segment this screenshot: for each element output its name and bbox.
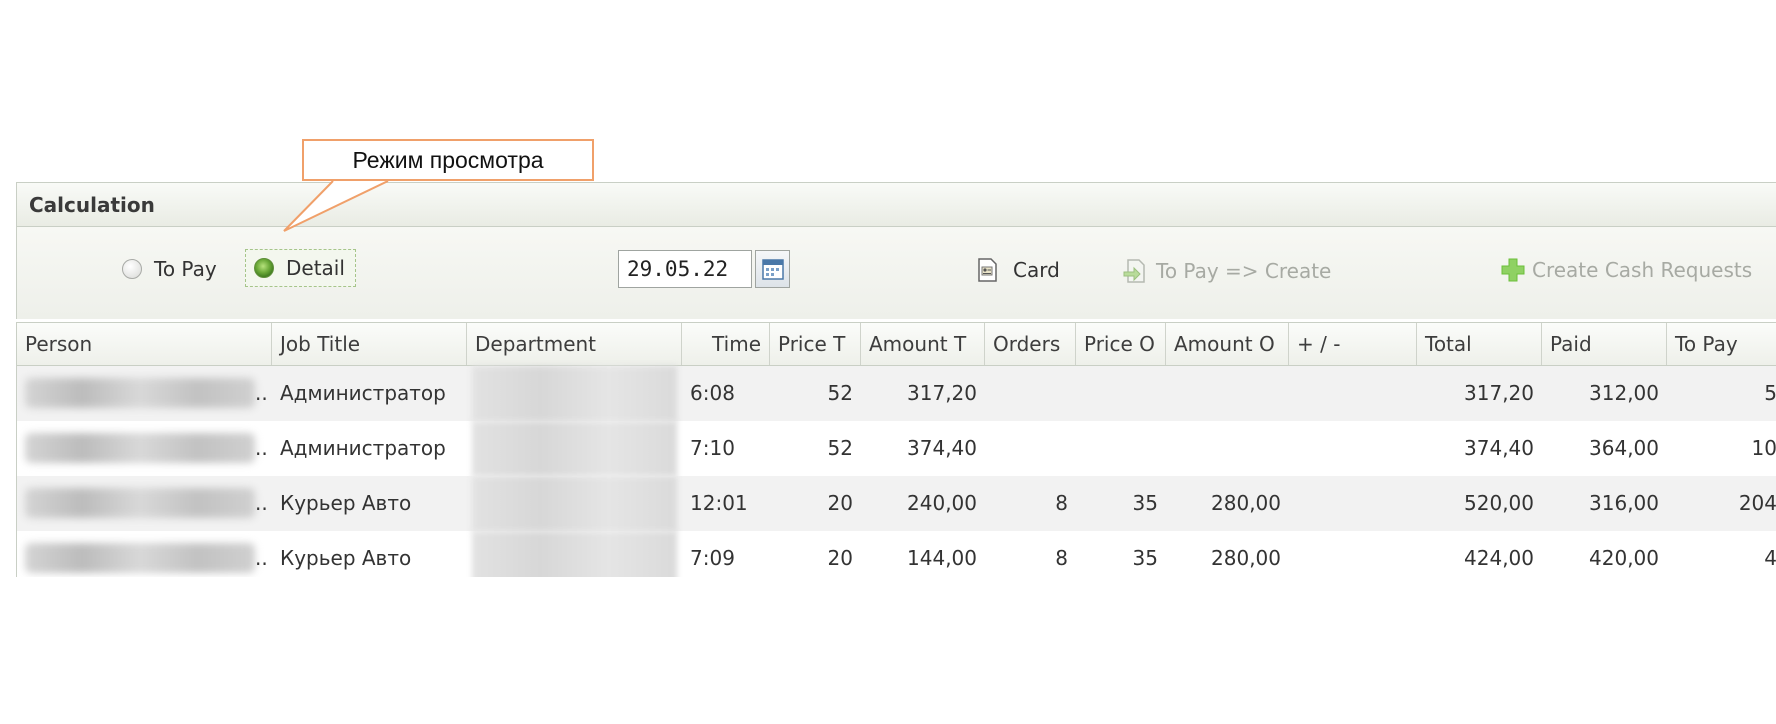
department-redacted <box>472 476 677 531</box>
paid-cell: 316,00 <box>1589 491 1659 515</box>
column-header-price-t[interactable]: Price T <box>770 323 861 365</box>
create-cash-requests-label: Create Cash Requests <box>1532 258 1753 282</box>
person-name-redacted <box>25 543 255 573</box>
orders-cell: 8 <box>1055 546 1068 570</box>
callout-text: Режим просмотра <box>352 146 544 173</box>
amount-t-cell: 317,20 <box>907 381 977 405</box>
paid-cell: 364,00 <box>1589 436 1659 460</box>
department-redacted <box>472 421 677 476</box>
person-name-redacted <box>25 488 255 518</box>
department-redacted <box>472 531 677 577</box>
to-pay-radio-label: To Pay <box>154 257 217 281</box>
time-cell: 6:08 <box>690 381 735 405</box>
card-label: Card <box>1013 258 1060 282</box>
to-pay-create-label: To Pay => Create <box>1156 259 1332 283</box>
date-input[interactable] <box>618 250 752 288</box>
column-header-time[interactable]: Time <box>682 323 770 365</box>
table-row[interactable]: .. Администратор 7:10 52 374,40 374,40 3… <box>17 421 1776 476</box>
paid-cell: 312,00 <box>1589 381 1659 405</box>
create-cash-requests-button[interactable]: Create Cash Requests <box>1500 257 1752 283</box>
to-pay-cell: 4 <box>1764 546 1776 570</box>
calculation-grid: Person Job Title Department Time Price T… <box>16 322 1776 577</box>
time-cell: 7:09 <box>690 546 735 570</box>
price-o-cell: 35 <box>1132 546 1158 570</box>
document-arrow-icon <box>1123 259 1145 283</box>
calendar-icon <box>761 259 784 280</box>
column-header-person[interactable]: Person <box>17 323 272 365</box>
to-pay-radio[interactable]: To Pay <box>122 257 217 281</box>
toolbar: To Pay Detail 29.05.22 Card To Pay => Cr… <box>17 227 1776 319</box>
column-header-to-pay[interactable]: To Pay <box>1667 323 1776 365</box>
total-cell: 317,20 <box>1464 381 1534 405</box>
radio-unchecked-icon[interactable] <box>122 259 142 279</box>
total-cell: 520,00 <box>1464 491 1534 515</box>
job-title-cell: Администратор <box>280 381 446 405</box>
amount-o-cell: 280,00 <box>1211 546 1281 570</box>
orders-cell <box>985 421 1076 476</box>
time-cell: 7:10 <box>690 436 735 460</box>
column-header-orders[interactable]: Orders <box>985 323 1076 365</box>
card-button[interactable]: Card <box>975 257 1060 283</box>
to-pay-create-button[interactable]: To Pay => Create <box>1122 257 1331 285</box>
column-header-paid[interactable]: Paid <box>1542 323 1667 365</box>
job-title-cell: Курьер Авто <box>280 546 412 570</box>
column-header-amount-o[interactable]: Amount O <box>1166 323 1289 365</box>
calendar-button[interactable] <box>755 250 790 288</box>
radio-checked-icon[interactable] <box>254 258 274 278</box>
adjust-cell <box>1289 421 1417 476</box>
person-name-redacted <box>25 378 255 408</box>
job-title-cell: Администратор <box>280 436 446 460</box>
column-header-price-o[interactable]: Price O <box>1076 323 1166 365</box>
to-pay-cell: 10 <box>1751 436 1776 460</box>
column-header-total[interactable]: Total <box>1417 323 1542 365</box>
price-t-cell: 52 <box>827 381 853 405</box>
column-header-department[interactable]: Department <box>467 323 682 365</box>
adjust-cell <box>1289 476 1417 531</box>
calculation-panel: Calculation To Pay Detail 29.05.22 Card … <box>16 182 1776 319</box>
amount-t-cell: 144,00 <box>907 546 977 570</box>
amount-o-cell <box>1166 421 1289 476</box>
amount-o-cell <box>1166 366 1289 421</box>
column-header-job-title[interactable]: Job Title <box>272 323 467 365</box>
to-pay-cell: 5 <box>1764 381 1776 405</box>
adjust-cell <box>1289 531 1417 577</box>
price-t-cell: 20 <box>827 491 853 515</box>
total-cell: 374,40 <box>1464 436 1534 460</box>
column-header-adjust[interactable]: + / - <box>1289 323 1417 365</box>
orders-cell <box>985 366 1076 421</box>
amount-t-cell: 374,40 <box>907 436 977 460</box>
price-t-cell: 20 <box>827 546 853 570</box>
detail-radio[interactable]: Detail <box>245 249 356 287</box>
time-cell: 12:01 <box>690 491 748 515</box>
panel-header: Calculation <box>17 183 1776 227</box>
plus-icon <box>1501 258 1525 282</box>
price-o-cell: 35 <box>1132 491 1158 515</box>
paid-cell: 420,00 <box>1589 546 1659 570</box>
price-o-cell <box>1076 421 1166 476</box>
price-t-cell: 52 <box>827 436 853 460</box>
column-header-amount-t[interactable]: Amount T <box>861 323 985 365</box>
department-redacted <box>472 366 677 421</box>
total-cell: 424,00 <box>1464 546 1534 570</box>
table-row[interactable]: .. Курьер Авто 12:01 20 240,00 8 35 280,… <box>17 476 1776 531</box>
amount-o-cell: 280,00 <box>1211 491 1281 515</box>
to-pay-cell: 204 <box>1738 491 1776 515</box>
detail-radio-label: Detail <box>286 256 345 280</box>
job-title-cell: Курьер Авто <box>280 491 412 515</box>
adjust-cell <box>1289 366 1417 421</box>
card-icon <box>978 258 997 282</box>
price-o-cell <box>1076 366 1166 421</box>
panel-title: Calculation <box>29 192 155 217</box>
view-mode-callout: Режим просмотра <box>302 139 594 181</box>
grid-header: Person Job Title Department Time Price T… <box>17 322 1776 366</box>
table-row[interactable]: .. Администратор 6:08 52 317,20 317,20 3… <box>17 366 1776 421</box>
amount-t-cell: 240,00 <box>907 491 977 515</box>
person-name-redacted <box>25 433 255 463</box>
orders-cell: 8 <box>1055 491 1068 515</box>
table-row[interactable]: .. Курьер Авто 7:09 20 144,00 8 35 280,0… <box>17 531 1776 577</box>
